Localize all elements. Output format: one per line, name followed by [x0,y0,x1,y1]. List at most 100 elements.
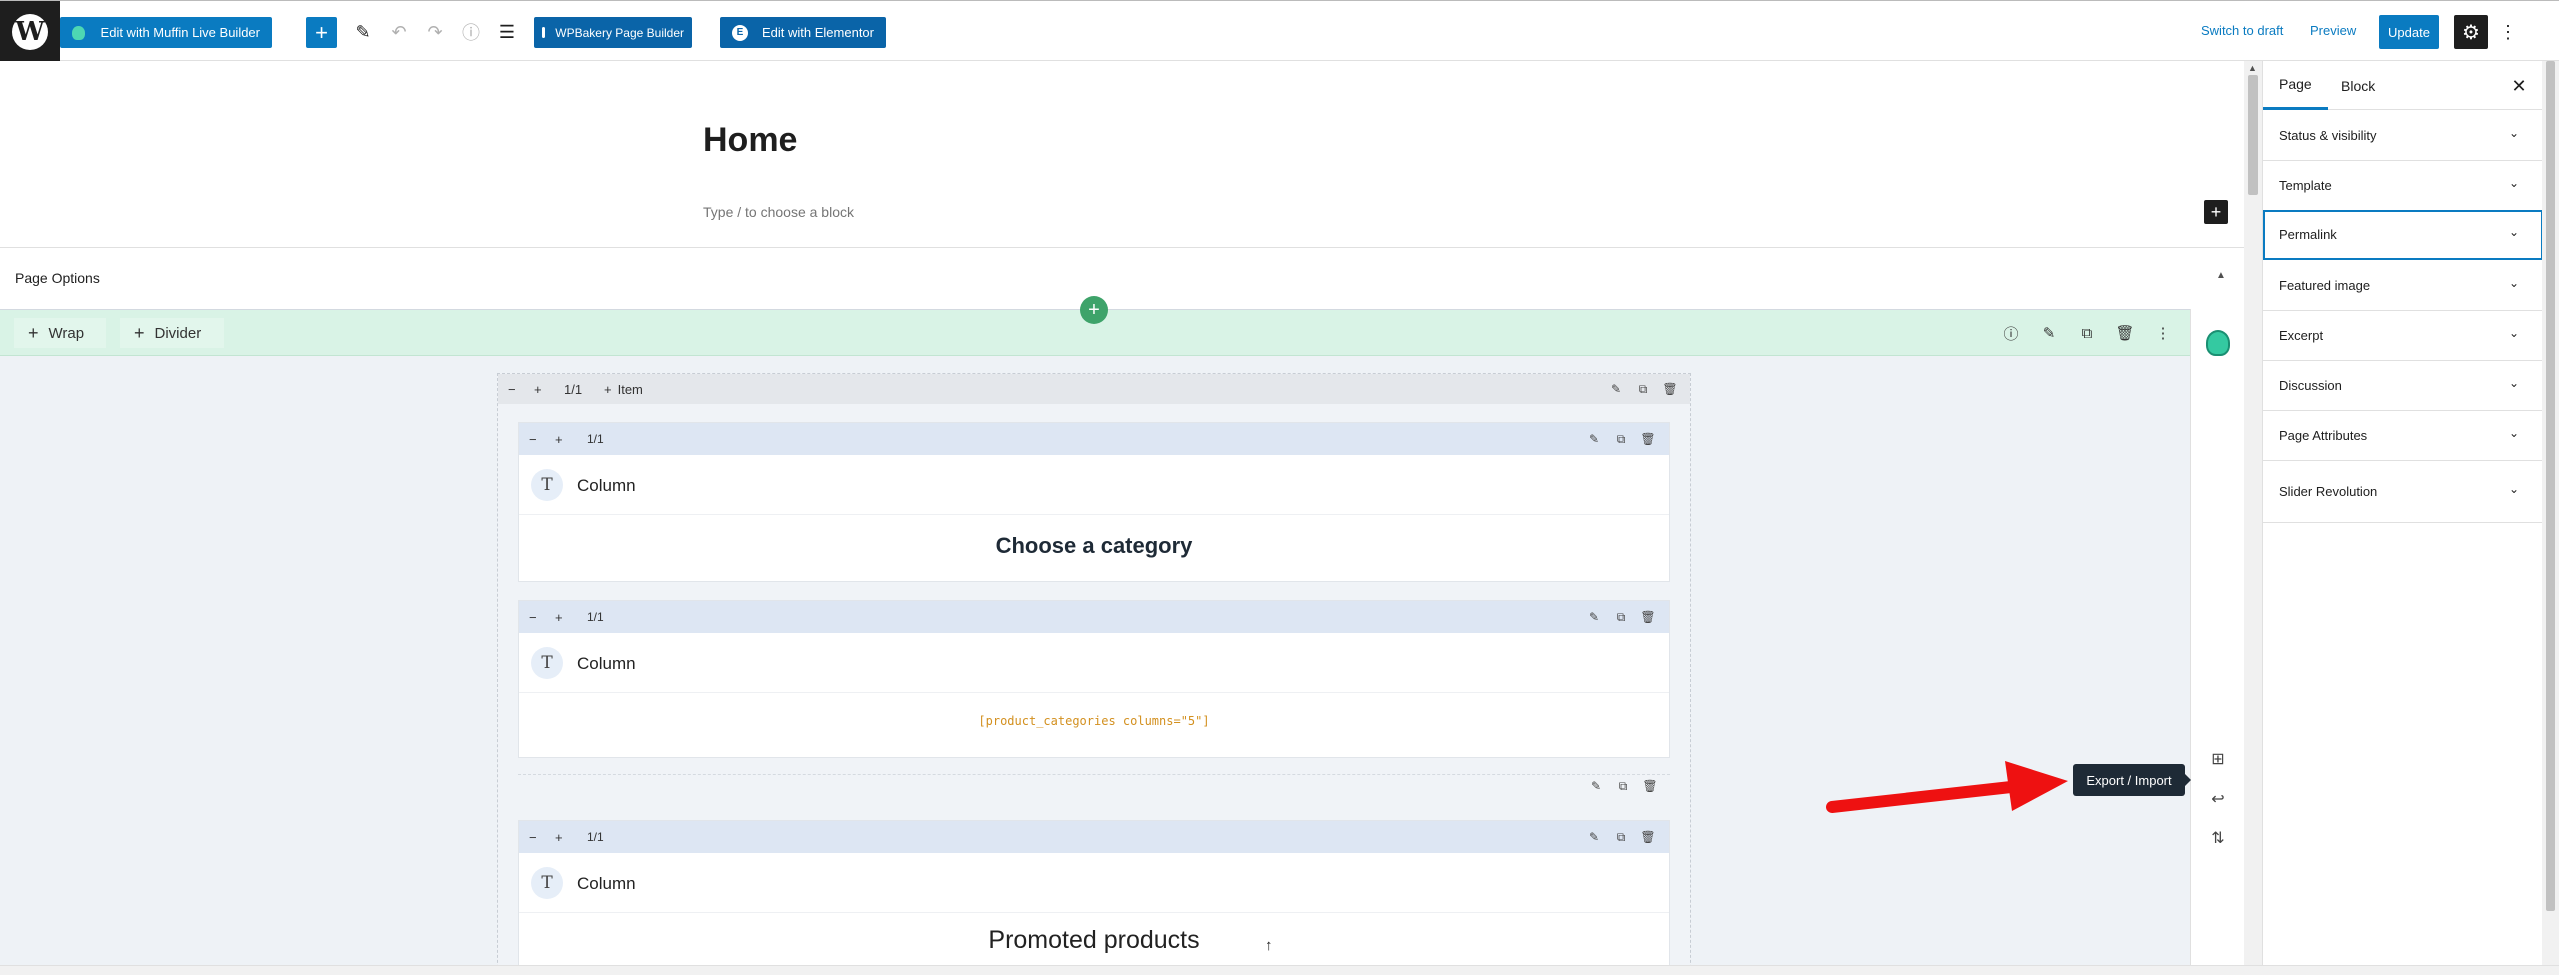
revert-icon[interactable]: ↩ [2206,787,2230,811]
column-label: Column [577,654,636,673]
wrap-toolbar: − + 1/1 + Item ✎ ⧉ 🗑 [498,374,1690,404]
block-placeholder[interactable]: Type / to choose a block [703,204,854,220]
wrap-container: − + 1/1 + Item ✎ ⧉ 🗑 − + 1/1 ✎ ⧉ 🗑 T Col… [497,373,1691,975]
chevron-down-icon: ⌄ [2509,176,2520,190]
section-more-icon[interactable]: ⋮ [2151,322,2175,344]
item-increase-icon[interactable]: + [555,828,563,846]
section-info-icon[interactable]: ⓘ [1999,322,2023,344]
wrap-decrease-icon[interactable]: − [508,380,516,398]
item-decrease-icon[interactable]: − [529,828,537,846]
muffin-icon [72,25,85,40]
plus-icon: + [134,322,145,343]
item-clone-icon[interactable]: ⧉ [1612,608,1630,626]
wordpress-logo-icon[interactable]: W [0,1,60,62]
chevron-down-icon: ⌄ [2509,426,2520,440]
item-size-label: 1/1 [587,610,604,624]
panel-excerpt[interactable]: Excerpt ⌄ [2263,311,2543,361]
sidebar-tabs: Page Block ✕ [2263,61,2543,110]
section-clone-icon[interactable]: ⧉ [2075,322,2099,344]
add-item-button[interactable]: + Item [604,380,643,398]
pencil-icon[interactable]: ✎ [350,19,376,45]
item-edit-icon[interactable]: ✎ [1585,430,1603,448]
panel-status-visibility[interactable]: Status & visibility ⌄ [2263,111,2543,161]
collapse-triangle-icon[interactable]: ▲ [2216,270,2226,281]
divider-delete-icon[interactable]: 🗑 [1641,777,1659,795]
chevron-down-icon: ⌄ [2509,126,2520,140]
item-toolbar: − + 1/1 ✎ ⧉ 🗑 [519,423,1669,455]
item-edit-icon[interactable]: ✎ [1585,608,1603,626]
edit-with-muffin-button[interactable]: Edit with Muffin Live Builder [60,17,272,48]
panel-featured-image[interactable]: Featured image ⌄ [2263,261,2543,311]
elementor-button-label: Edit with Elementor [762,25,874,40]
item-edit-icon[interactable]: ✎ [1585,828,1603,846]
tab-page[interactable]: Page [2263,61,2328,110]
inline-add-block-icon[interactable]: + [2204,200,2228,224]
item-column-3: − + 1/1 ✎ ⧉ 🗑 T Column Promoted products [518,820,1670,975]
add-wrap-button[interactable]: + Wrap [14,318,106,348]
divider-edit-icon[interactable]: ✎ [1587,777,1605,795]
horizontal-scrollbar[interactable] [0,965,2559,975]
list-view-icon[interactable]: ☰ [494,19,520,45]
item-increase-icon[interactable]: + [555,430,563,448]
editor-canvas: Home Type / to choose a block + Page Opt… [0,61,2244,975]
section-edit-icon[interactable]: ✎ [2037,322,2061,344]
panel-template[interactable]: Template ⌄ [2263,161,2543,211]
wrap-clone-icon[interactable]: ⧉ [1634,380,1652,398]
promoted-heading-content[interactable]: Promoted products [519,926,1669,955]
edit-with-elementor-button[interactable]: E Edit with Elementor [720,17,886,48]
column-header[interactable]: T Column [519,853,1669,913]
column-label: Column [577,476,636,495]
panel-page-attributes[interactable]: Page Attributes ⌄ [2263,411,2543,461]
page-options-bar[interactable]: Page Options ▲ [0,247,2244,309]
tab-block[interactable]: Block [2325,61,2391,110]
item-decrease-icon[interactable]: − [529,430,537,448]
text-type-icon: T [531,867,563,899]
settings-sidebar: Page Block ✕ Status & visibility ⌄ Templ… [2262,61,2543,975]
add-block-button[interactable]: + [306,17,337,48]
add-item-label: Item [617,381,643,397]
item-delete-icon[interactable]: 🗑 [1639,430,1657,448]
export-import-icon[interactable]: ⇅ [2206,826,2230,850]
panel-permalink[interactable]: Permalink ⌄ [2263,210,2543,260]
panel-slider-revolution[interactable]: Slider Revolution ⌄ [2263,461,2543,523]
add-section-icon[interactable]: + [1080,296,1108,324]
settings-gear-icon[interactable]: ⚙ [2454,15,2488,49]
muffin-builder-icon[interactable] [2206,330,2230,356]
close-icon[interactable]: ✕ [2507,74,2531,98]
item-toolbar: − + 1/1 ✎ ⧉ 🗑 [519,821,1669,853]
editor-scrollbar[interactable]: ▲ ▼ [2244,61,2262,975]
item-increase-icon[interactable]: + [555,608,563,626]
switch-to-draft-link[interactable]: Switch to draft [2201,23,2283,38]
column-header[interactable]: T Column [519,455,1669,515]
muffin-builder-area: + Wrap + Divider ⓘ ✎ ⧉ 🗑 ⋮ + − + 1/1 + I… [0,296,2190,975]
shortcode-content[interactable]: [product_categories columns="5"] [519,714,1669,728]
item-delete-icon[interactable]: 🗑 [1639,608,1657,626]
page-title[interactable]: Home [703,121,797,160]
add-divider-button[interactable]: + Divider [120,318,224,348]
item-clone-icon[interactable]: ⧉ [1612,828,1630,846]
templates-icon[interactable]: ⊞ [2206,747,2230,771]
sidebar-scrollbar[interactable] [2542,61,2559,975]
undo-icon[interactable]: ↶ [386,19,412,45]
wrap-edit-icon[interactable]: ✎ [1607,380,1625,398]
column-header[interactable]: T Column [519,633,1669,693]
wrap-increase-icon[interactable]: + [534,380,542,398]
muffin-button-label: Edit with Muffin Live Builder [100,25,260,40]
plus-icon: + [28,322,39,343]
item-clone-icon[interactable]: ⧉ [1612,430,1630,448]
redo-icon[interactable]: ↷ [422,19,448,45]
heading-content[interactable]: Choose a category [519,533,1669,559]
divider-row: ✎ ⧉ 🗑 [518,774,1670,796]
export-import-tooltip: Export / Import [2073,764,2191,796]
wpbakery-button[interactable]: WPBakery Page Builder [534,17,692,48]
info-icon[interactable]: ⓘ [458,19,484,45]
panel-discussion[interactable]: Discussion ⌄ [2263,361,2543,411]
item-decrease-icon[interactable]: − [529,608,537,626]
section-delete-icon[interactable]: 🗑 [2113,322,2137,344]
item-delete-icon[interactable]: 🗑 [1639,828,1657,846]
more-options-icon[interactable]: ⋮ [2498,19,2518,45]
wrap-delete-icon[interactable]: 🗑 [1661,380,1679,398]
divider-clone-icon[interactable]: ⧉ [1614,777,1632,795]
update-button[interactable]: Update [2379,15,2439,49]
preview-link[interactable]: Preview [2310,23,2356,38]
